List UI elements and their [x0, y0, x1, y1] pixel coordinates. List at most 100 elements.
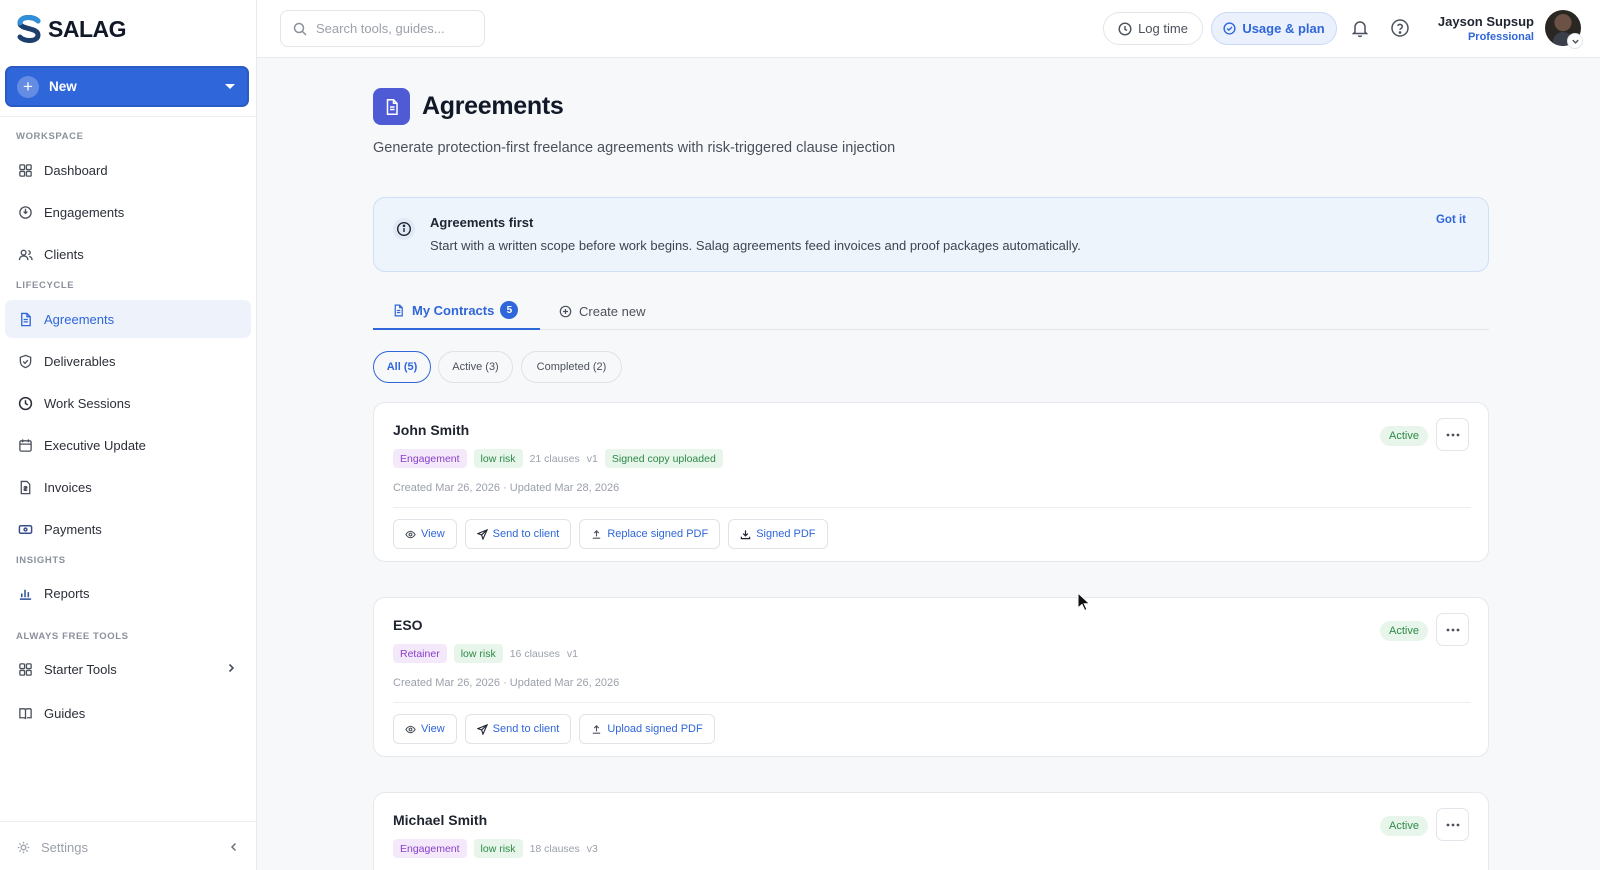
button-label: View: [421, 528, 445, 540]
view-button[interactable]: View: [393, 714, 457, 744]
sidebar-item-work-sessions[interactable]: Work Sessions: [5, 384, 251, 422]
contract-actions: View Send to client Replace signed PDF S…: [393, 519, 828, 549]
sidebar-item-engagements[interactable]: Engagements: [5, 193, 251, 231]
document-icon: [373, 88, 410, 125]
new-button[interactable]: + New: [5, 66, 249, 107]
check-circle-icon: [1223, 22, 1236, 35]
sidebar-item-reports[interactable]: Reports: [5, 574, 251, 612]
chevron-right-icon[interactable]: [225, 662, 237, 674]
clock-icon: [1118, 21, 1132, 36]
type-chip: Engagement: [393, 449, 467, 468]
page-subtitle: Generate protection-first freelance agre…: [373, 140, 896, 156]
version-label: v1: [586, 452, 598, 465]
contract-dates: Created Mar 26, 2026 · Updated Mar 28, 2…: [393, 482, 620, 494]
more-options-button[interactable]: [1436, 808, 1469, 841]
search-icon: [293, 22, 307, 36]
caret-down-icon[interactable]: [225, 84, 235, 89]
brand[interactable]: SALAG: [16, 14, 127, 44]
sidebar-item-label: Reports: [44, 585, 90, 601]
button-label: Send to client: [492, 723, 560, 735]
search-input[interactable]: [316, 21, 476, 36]
send-to-client-button[interactable]: Send to client: [464, 519, 572, 549]
usage-plan-button[interactable]: Usage & plan: [1211, 12, 1337, 45]
sidebar-item-label: Executive Update: [44, 437, 146, 453]
sidebar-item-label: Dashboard: [44, 162, 108, 178]
salag-logo-icon: [17, 15, 41, 43]
more-horizontal-icon: [1446, 433, 1459, 436]
sidebar-item-label: Payments: [44, 521, 102, 537]
contract-name[interactable]: John Smith: [393, 422, 469, 438]
plus-icon: +: [17, 75, 39, 98]
signed-pdf-button[interactable]: Signed PDF: [728, 519, 828, 549]
chevron-down-icon[interactable]: [1567, 33, 1583, 49]
tab-create-new[interactable]: Create new: [559, 292, 645, 330]
card-divider: [393, 702, 1471, 703]
sun-gear-icon: [17, 841, 30, 854]
log-time-button[interactable]: Log time: [1103, 12, 1203, 45]
sidebar-item-dashboard[interactable]: Dashboard: [5, 151, 251, 189]
more-options-button[interactable]: [1436, 418, 1469, 451]
invoice-icon: [17, 479, 33, 495]
sidebar-item-agreements[interactable]: Agreements: [5, 300, 251, 338]
card-icon: [17, 521, 33, 537]
info-banner: Agreements first Start with a written sc…: [373, 197, 1489, 272]
send-to-client-button[interactable]: Send to client: [464, 714, 572, 744]
bar-chart-icon: [17, 585, 33, 601]
settings-link[interactable]: Settings: [17, 840, 88, 855]
upload-signed-pdf-button[interactable]: Upload signed PDF: [579, 714, 715, 744]
bell-icon[interactable]: [1350, 18, 1370, 38]
sidebar-item-deliverables[interactable]: Deliverables: [5, 342, 251, 380]
sidebar-item-payments[interactable]: Payments: [5, 510, 251, 548]
type-chip: Retainer: [393, 644, 447, 663]
sidebar-item-clients[interactable]: Clients: [5, 235, 251, 273]
view-button[interactable]: View: [393, 519, 457, 549]
contract-dates: Created Mar 26, 2026 · Updated Mar 26, 2…: [393, 677, 620, 689]
contract-card: Michael Smith Engagement low risk 18 cla…: [373, 792, 1489, 870]
sidebar-item-invoices[interactable]: Invoices: [5, 468, 251, 506]
button-label: View: [421, 723, 445, 735]
contract-name[interactable]: ESO: [393, 617, 423, 633]
contract-name[interactable]: Michael Smith: [393, 812, 487, 828]
section-label-insights: INSIGHTS: [16, 555, 66, 566]
download-icon: [740, 529, 751, 539]
sidebar-divider: [0, 116, 256, 117]
filter-completed[interactable]: Completed (2): [521, 351, 622, 383]
more-options-button[interactable]: [1436, 613, 1469, 646]
sidebar-item-executive-update[interactable]: Executive Update: [5, 426, 251, 464]
sidebar-item-guides[interactable]: Guides: [5, 694, 251, 732]
got-it-button[interactable]: Got it: [1436, 214, 1466, 226]
calendar-icon: [17, 437, 33, 453]
search-box[interactable]: [280, 10, 485, 47]
sidebar-divider: [0, 821, 256, 822]
signed-copy-chip: Signed copy uploaded: [604, 449, 723, 468]
risk-chip: low risk: [473, 839, 523, 858]
tab-label: My Contracts: [412, 302, 495, 318]
sidebar-item-label: Engagements: [44, 204, 125, 220]
banner-title: Agreements first: [430, 215, 534, 230]
button-label: Upload signed PDF: [607, 723, 703, 735]
user-name[interactable]: Jayson Supsup: [1407, 14, 1534, 29]
version-label: v3: [586, 842, 598, 855]
document-icon: [394, 304, 403, 316]
filter-all[interactable]: All (5): [373, 351, 431, 383]
page-title: Agreements: [422, 92, 564, 120]
clock-icon: [17, 395, 33, 411]
send-icon: [476, 528, 488, 540]
collapse-sidebar-icon[interactable]: [228, 841, 240, 853]
contract-tags: Engagement low risk 18 clauses v3: [393, 839, 598, 858]
sidebar-item-starter-tools[interactable]: Starter Tools: [5, 650, 251, 688]
filter-active[interactable]: Active (3): [438, 351, 513, 383]
sidebar-item-label: Invoices: [44, 479, 92, 495]
replace-signed-pdf-button[interactable]: Replace signed PDF: [579, 519, 721, 549]
section-label-workspace: WORKSPACE: [16, 131, 84, 142]
sidebar-item-label: Work Sessions: [44, 395, 131, 411]
status-badge: Active: [1380, 426, 1428, 446]
clause-count: 16 clauses: [509, 647, 560, 660]
more-horizontal-icon: [1446, 823, 1459, 826]
tab-my-contracts[interactable]: My Contracts 5: [373, 292, 540, 330]
more-horizontal-icon: [1446, 628, 1459, 631]
engagement-icon: [17, 204, 33, 220]
sidebar-item-label: Clients: [44, 246, 84, 262]
eye-icon: [405, 725, 416, 733]
count-badge: 5: [500, 301, 519, 319]
